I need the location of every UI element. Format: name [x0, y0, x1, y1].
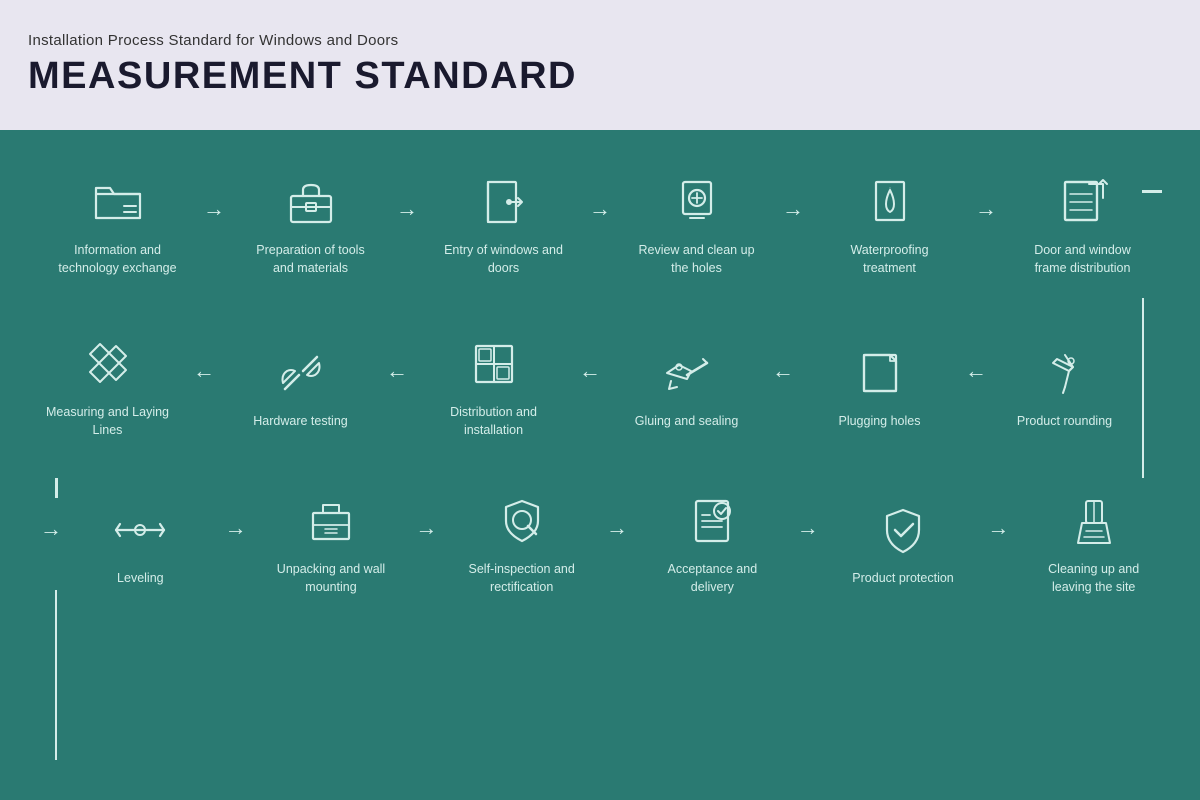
vc-2-top — [55, 478, 58, 498]
flow-row-2: Product rounding → Plugging holes → — [30, 332, 1170, 439]
step-self-inspect: Self-inspection and rectification — [445, 489, 598, 596]
step-hardware: Hardware testing — [223, 341, 378, 431]
arrow-17-18: → — [979, 515, 1017, 541]
rounding-icon — [1033, 341, 1097, 405]
arrow-2-3: → — [388, 196, 426, 222]
step-self-inspect-label: Self-inspection and rectification — [457, 561, 587, 596]
unpacking-icon — [299, 489, 363, 553]
leveling-icon — [108, 498, 172, 562]
door-entry-icon — [472, 170, 536, 234]
step-leveling-label: Leveling — [117, 570, 164, 588]
arrow-r3-r2: → — [378, 358, 416, 384]
gluing-icon — [655, 341, 719, 405]
header-subtitle: Installation Process Standard for Window… — [28, 32, 1172, 49]
step-entry-windows: Entry of windows and doors — [426, 170, 581, 277]
step-frame-dist-label: Door and window frame distribution — [1018, 242, 1148, 277]
step-rounding-label: Product rounding — [1017, 413, 1112, 431]
frame-dist-icon — [1051, 170, 1115, 234]
protection-icon — [871, 498, 935, 562]
measuring-icon — [76, 332, 140, 396]
acceptance-icon — [680, 489, 744, 553]
step-hardware-label: Hardware testing — [253, 413, 348, 431]
step-prep-tools: Preparation of tools and materials — [233, 170, 388, 277]
hardware-icon — [269, 341, 333, 405]
arrow-16-17: → — [789, 515, 827, 541]
toolbox-icon — [279, 170, 343, 234]
step-cleanup: Cleaning up and leaving the site — [1017, 489, 1170, 596]
step-info-tech: Information and technology exchange — [40, 170, 195, 277]
magnifier-icon — [665, 170, 729, 234]
arrow-13-14: → — [217, 515, 255, 541]
arrow-r2-r1: → — [185, 358, 223, 384]
main-content: Information and technology exchange → Pr… — [0, 130, 1200, 800]
vert-connector-1 — [1142, 298, 1144, 478]
step-cleanup-label: Cleaning up and leaving the site — [1029, 561, 1159, 596]
step-acceptance: Acceptance and delivery — [636, 489, 789, 596]
header: Installation Process Standard for Window… — [0, 0, 1200, 130]
distribution-icon — [462, 332, 526, 396]
step-measuring: Measuring and Laying Lines — [30, 332, 185, 439]
hc-right-end — [1142, 190, 1162, 193]
step-leveling: Leveling — [64, 498, 217, 588]
arrow-14-15: → — [407, 515, 445, 541]
plugging-icon — [848, 341, 912, 405]
arrow-r5-r4: → — [764, 358, 802, 384]
step-distribution: Distribution and installation — [416, 332, 571, 439]
step-review-holes-label: Review and clean up the holes — [632, 242, 762, 277]
step-entry-windows-label: Entry of windows and doors — [439, 242, 569, 277]
vert-connector-2 — [55, 590, 57, 760]
step-waterproofing-label: Waterproofing treatment — [825, 242, 955, 277]
step-protection: Product protection — [827, 498, 980, 588]
arrow-4-5: → — [774, 196, 812, 222]
step-unpacking-label: Unpacking and wall mounting — [266, 561, 396, 596]
step-unpacking: Unpacking and wall mounting — [255, 489, 408, 596]
step-gluing-label: Gluing and sealing — [635, 413, 739, 431]
step-prep-tools-label: Preparation of tools and materials — [246, 242, 376, 277]
arrow-r6-r5: → — [957, 358, 995, 384]
arrow-15-16: → — [598, 515, 636, 541]
step-gluing: Gluing and sealing — [609, 341, 764, 431]
step-info-tech-label: Information and technology exchange — [53, 242, 183, 277]
flow-row-1: Information and technology exchange → Pr… — [30, 170, 1170, 277]
step-plugging-label: Plugging holes — [838, 413, 920, 431]
cleanup-icon — [1062, 489, 1126, 553]
step-rounding: Product rounding — [987, 341, 1142, 431]
arrow-3-4: → — [581, 196, 619, 222]
step-frame-dist: Door and window frame distribution — [1005, 170, 1160, 277]
step-review-holes: Review and clean up the holes — [619, 170, 774, 277]
arrow-5-6: → — [967, 196, 1005, 222]
step-protection-label: Product protection — [852, 570, 953, 588]
step-waterproofing: Waterproofing treatment — [812, 170, 967, 277]
step-acceptance-label: Acceptance and delivery — [647, 561, 777, 596]
step-measuring-label: Measuring and Laying Lines — [43, 404, 173, 439]
waterproof-icon — [858, 170, 922, 234]
folder-icon — [86, 170, 150, 234]
arrow-r4-r3: → — [571, 358, 609, 384]
flow-row-3: → Leveling → — [30, 489, 1170, 596]
row3-start-arrow: → — [40, 516, 62, 542]
arrow-1-2: → — [195, 196, 233, 222]
step-plugging: Plugging holes — [802, 341, 957, 431]
header-title: MEASUREMENT STANDARD — [28, 55, 1172, 98]
step-distribution-label: Distribution and installation — [429, 404, 559, 439]
self-inspect-icon — [490, 489, 554, 553]
